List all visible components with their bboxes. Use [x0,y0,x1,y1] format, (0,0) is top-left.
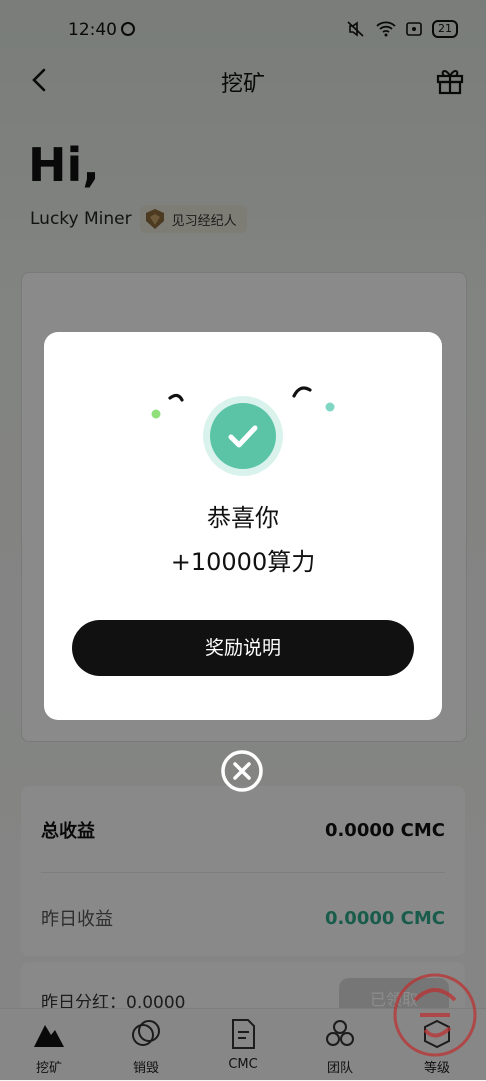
checkmark-icon [228,425,258,448]
confetti-right-icon [292,386,335,412]
success-check-circle [210,403,276,469]
reward-dialog: 恭喜你 +10000算力 奖励说明 [44,332,442,720]
dialog-title: 恭喜你 [207,504,279,532]
success-badge [203,396,283,476]
confetti-left-icon [151,393,184,419]
reward-info-button[interactable]: 奖励说明 [72,620,414,676]
reward-amount: +10000算力 [170,548,316,576]
close-icon[interactable] [220,749,264,793]
watermark-seal-icon [393,973,477,1057]
